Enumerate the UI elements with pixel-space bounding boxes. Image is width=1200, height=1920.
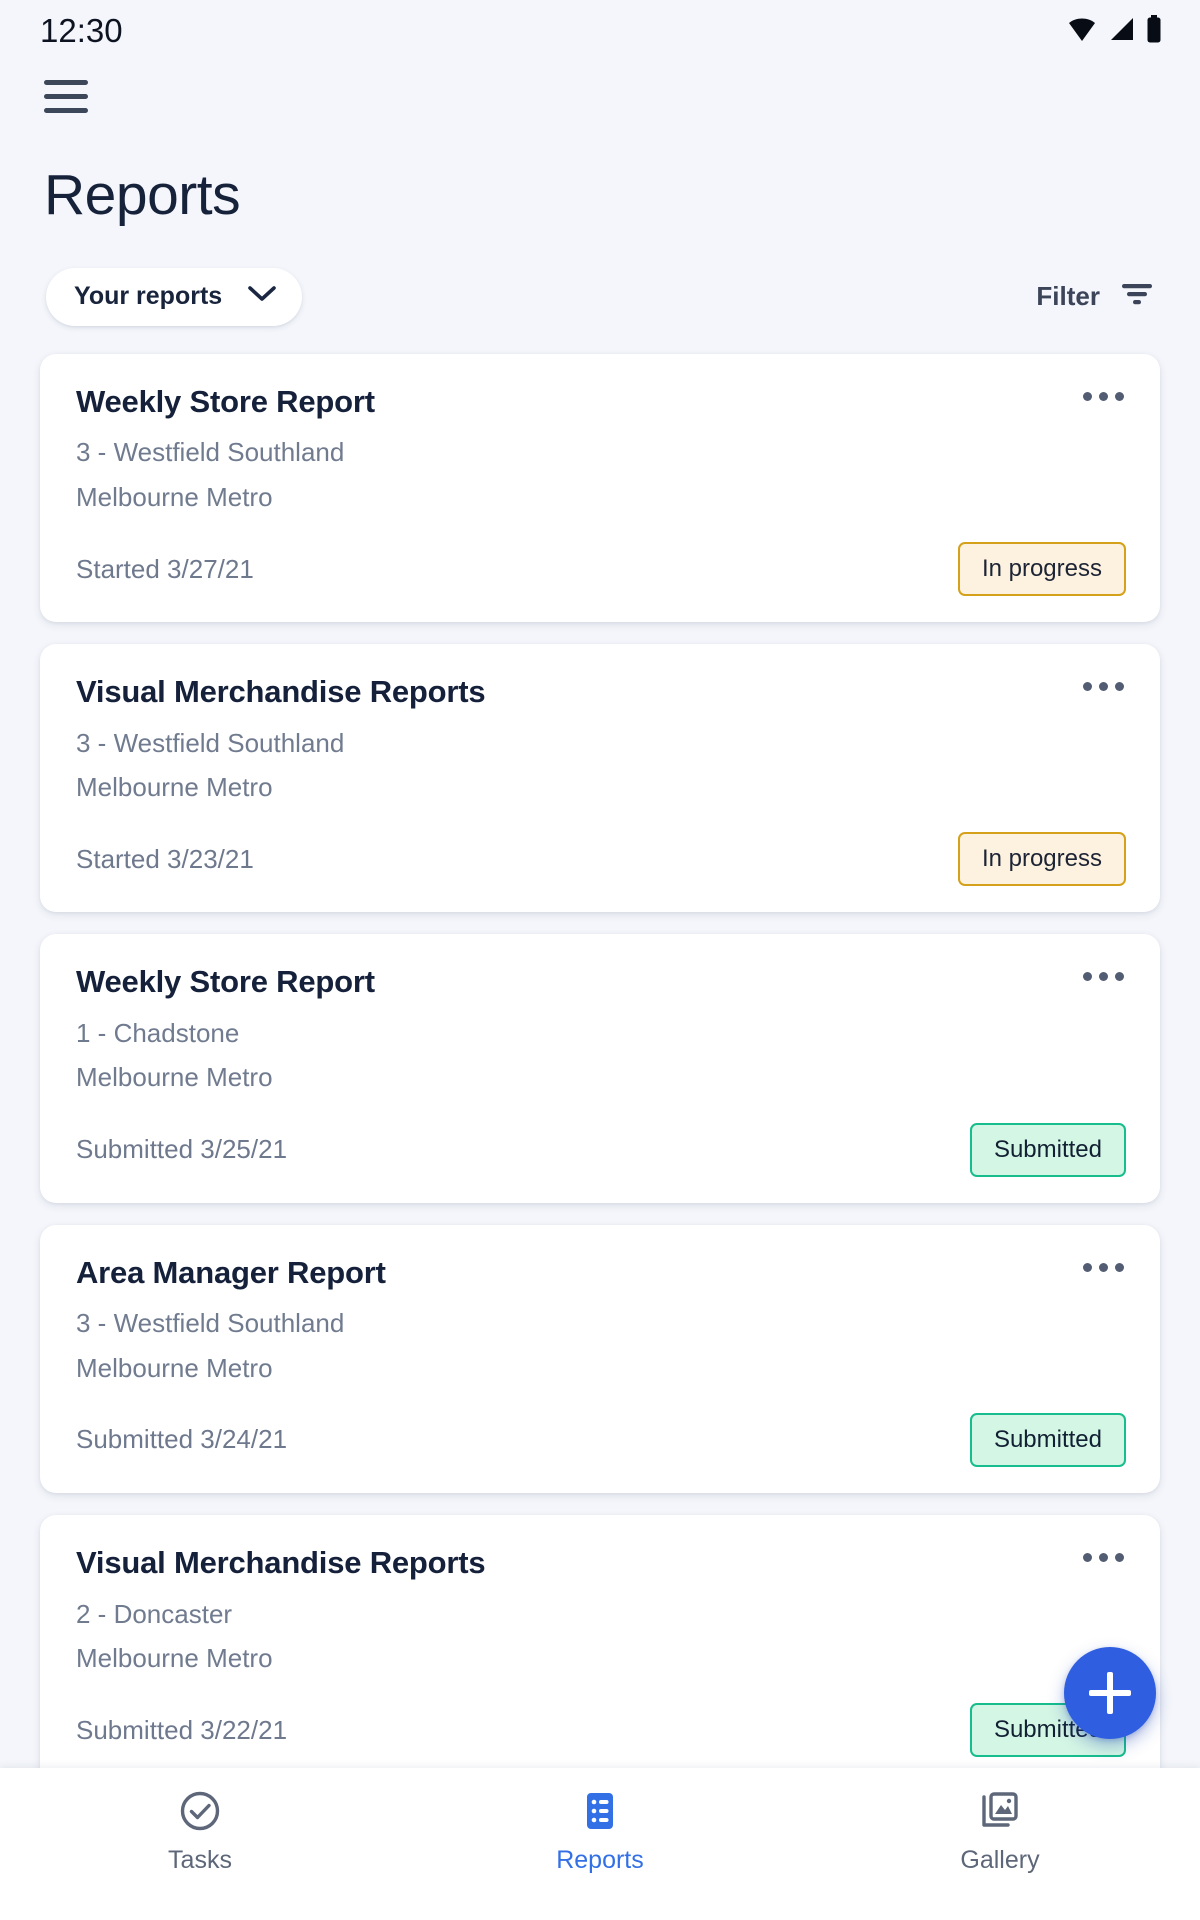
report-card-header: Area Manager Report bbox=[76, 1255, 1126, 1291]
report-card-header: Visual Merchandise Reports bbox=[76, 674, 1126, 710]
kebab-menu-icon[interactable] bbox=[1063, 384, 1126, 409]
report-region: Melbourne Metro bbox=[76, 772, 273, 803]
filter-label: Filter bbox=[1036, 281, 1100, 312]
kebab-menu-icon[interactable] bbox=[1063, 964, 1126, 989]
status-badge: In progress bbox=[957, 832, 1126, 887]
report-card-footer: Started 3/27/21 In progress bbox=[76, 542, 1126, 597]
report-card[interactable]: Weekly Store Report 1 - Chadstone Melbou… bbox=[40, 934, 1160, 1203]
nav-item-tasks[interactable]: Tasks bbox=[0, 1790, 400, 1875]
status-badge: Submitted bbox=[969, 1412, 1126, 1467]
report-card-header: Weekly Store Report bbox=[76, 384, 1126, 420]
filter-icon bbox=[1120, 281, 1154, 312]
report-card-header: Visual Merchandise Reports bbox=[76, 1545, 1126, 1581]
status-bar-icons bbox=[1067, 14, 1162, 48]
report-card-footer: Submitted 3/25/21 Submitted bbox=[76, 1122, 1126, 1177]
report-card[interactable]: Weekly Store Report 3 - Westfield Southl… bbox=[40, 353, 1160, 623]
report-card-footer: Started 3/23/21 In progress bbox=[76, 832, 1126, 887]
status-bar: 12:30 bbox=[0, 0, 1200, 62]
status-badge: In progress bbox=[957, 542, 1126, 597]
cellular-signal-icon bbox=[1108, 16, 1135, 47]
report-store: 3 - Westfield Southland bbox=[76, 727, 345, 758]
controls-row: Your reports Filter bbox=[0, 226, 1200, 326]
report-store: 1 - Chadstone bbox=[76, 1018, 240, 1049]
app-bar bbox=[0, 62, 1200, 130]
report-region: Melbourne Metro bbox=[76, 1642, 273, 1673]
kebab-menu-icon[interactable] bbox=[1063, 1545, 1126, 1570]
nav-item-label: Gallery bbox=[960, 1846, 1040, 1874]
report-store: 2 - Doncaster bbox=[76, 1598, 233, 1629]
report-title: Visual Merchandise Reports bbox=[76, 1544, 486, 1580]
bottom-navigation: Tasks Reports Gallery bbox=[0, 1768, 1200, 1920]
report-card[interactable]: Visual Merchandise Reports 2 - Doncaster… bbox=[40, 1514, 1160, 1784]
reports-screen: 12:30 Reports Your reports Filter Weekly… bbox=[0, 0, 1200, 1920]
photo-stack-icon bbox=[978, 1790, 1022, 1832]
report-date: Started 3/27/21 bbox=[76, 553, 254, 584]
status-badge: Submitted bbox=[969, 1122, 1126, 1177]
report-date: Submitted 3/22/21 bbox=[76, 1714, 288, 1745]
scope-selector-dropdown[interactable]: Your reports bbox=[46, 267, 303, 326]
report-card-footer: Submitted 3/24/21 Submitted bbox=[76, 1412, 1126, 1467]
report-card-footer: Submitted 3/22/21 Submitted bbox=[76, 1703, 1126, 1758]
report-region: Melbourne Metro bbox=[76, 1352, 273, 1383]
scope-selector-label: Your reports bbox=[74, 282, 223, 311]
report-title: Weekly Store Report bbox=[76, 964, 375, 1000]
page-title: Reports bbox=[44, 163, 241, 227]
report-region: Melbourne Metro bbox=[76, 1062, 273, 1093]
add-report-fab[interactable] bbox=[1064, 1647, 1156, 1739]
nav-item-reports[interactable]: Reports bbox=[400, 1790, 800, 1875]
status-bar-clock: 12:30 bbox=[40, 12, 123, 49]
nav-item-label: Reports bbox=[556, 1846, 644, 1874]
report-date: Started 3/23/21 bbox=[76, 843, 254, 874]
report-title: Visual Merchandise Reports bbox=[76, 674, 486, 710]
report-region: Melbourne Metro bbox=[76, 481, 273, 512]
report-title: Weekly Store Report bbox=[76, 383, 375, 419]
wifi-icon bbox=[1067, 16, 1097, 47]
reports-list: Weekly Store Report 3 - Westfield Southl… bbox=[0, 326, 1200, 1920]
report-card-header: Weekly Store Report bbox=[76, 964, 1126, 1000]
filter-button[interactable]: Filter bbox=[1036, 281, 1156, 312]
report-date: Submitted 3/24/21 bbox=[76, 1424, 288, 1455]
report-title: Area Manager Report bbox=[76, 1254, 386, 1290]
hamburger-menu-icon[interactable] bbox=[44, 76, 90, 116]
check-circle-icon bbox=[178, 1790, 222, 1832]
battery-icon bbox=[1146, 14, 1162, 48]
report-store: 3 - Westfield Southland bbox=[76, 437, 345, 468]
kebab-menu-icon[interactable] bbox=[1063, 674, 1126, 699]
report-store: 3 - Westfield Southland bbox=[76, 1308, 345, 1339]
kebab-menu-icon[interactable] bbox=[1063, 1255, 1126, 1280]
report-date: Submitted 3/25/21 bbox=[76, 1134, 288, 1165]
report-card[interactable]: Area Manager Report 3 - Westfield Southl… bbox=[40, 1224, 1160, 1493]
chevron-down-icon bbox=[248, 285, 276, 308]
nav-item-gallery[interactable]: Gallery bbox=[800, 1790, 1200, 1875]
list-icon bbox=[580, 1790, 620, 1832]
report-card[interactable]: Visual Merchandise Reports 3 - Westfield… bbox=[40, 644, 1160, 913]
nav-item-label: Tasks bbox=[168, 1846, 232, 1874]
